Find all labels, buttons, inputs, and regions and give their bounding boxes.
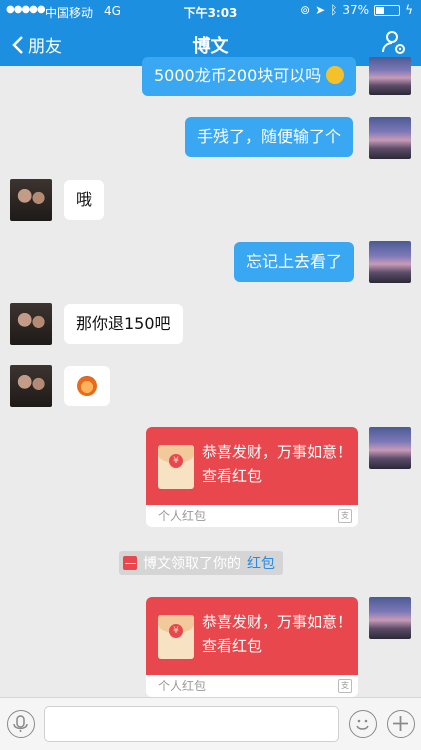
profile-settings-icon[interactable]: [381, 30, 407, 56]
message-bubble-outgoing[interactable]: 手残了，随便输了个: [185, 117, 354, 157]
red-packet-card[interactable]: ¥ 恭喜发财，万事如意！ 查看红包 个人红包 支: [146, 597, 358, 697]
chat-title: 博文: [192, 36, 229, 57]
input-bar: [0, 697, 421, 750]
red-packet-greeting: 恭喜发财，万事如意！: [202, 613, 353, 631]
red-envelope-icon: [123, 556, 137, 570]
my-avatar[interactable]: [369, 597, 411, 639]
app-badge-icon: 支: [338, 509, 352, 523]
emoji-icon: [326, 66, 345, 84]
message-text: 忘记上去看了: [246, 252, 343, 271]
my-avatar[interactable]: [369, 427, 411, 469]
message-bubble-outgoing[interactable]: 5000龙币200块可以吗: [142, 57, 357, 96]
sticker-icon: [77, 376, 97, 396]
system-notice-text: 博文领取了你的: [143, 556, 241, 572]
app-badge-icon: 支: [338, 679, 352, 693]
system-notice: 博文领取了你的 红包: [119, 551, 283, 575]
charging-icon: ϟ: [405, 3, 413, 17]
message-bubble-incoming[interactable]: 哦: [64, 180, 105, 220]
red-packet-link[interactable]: 红包: [247, 553, 275, 573]
microphone-icon: [13, 715, 28, 732]
red-packet-type: 个人红包: [158, 509, 207, 523]
red-packet-greeting: 恭喜发财，万事如意！: [202, 443, 353, 461]
red-packet-action: 查看红包: [202, 637, 263, 655]
red-packet-icon: ¥: [158, 445, 194, 489]
message-input[interactable]: [44, 706, 339, 742]
message-bubble-outgoing[interactable]: 忘记上去看了: [234, 242, 355, 282]
message-text: 5000龙币200块可以吗: [154, 66, 322, 85]
my-avatar[interactable]: [369, 241, 411, 283]
battery-percent: 37%: [342, 3, 370, 17]
red-packet-action: 查看红包: [202, 467, 263, 485]
emoji-button[interactable]: [349, 710, 377, 738]
message-text: 手残了，随便输了个: [197, 127, 342, 146]
message-text: 那你退150吧: [76, 314, 171, 333]
my-avatar[interactable]: [369, 57, 411, 95]
plus-icon: [393, 716, 408, 731]
battery-fill: [376, 6, 385, 14]
bluetooth-icon: ᛒ: [330, 3, 338, 17]
red-packet-icon: ¥: [158, 615, 194, 659]
lock-rotation-icon: ⊚: [300, 3, 311, 17]
friend-avatar[interactable]: [10, 303, 52, 345]
battery-icon: [374, 4, 401, 16]
voice-button[interactable]: [7, 710, 35, 738]
message-text: 哦: [76, 190, 93, 209]
location-icon: ➤: [315, 3, 326, 17]
friend-avatar[interactable]: [10, 179, 52, 221]
message-bubble-incoming[interactable]: 那你退150吧: [64, 304, 183, 344]
my-avatar[interactable]: [369, 117, 411, 159]
friend-avatar[interactable]: [10, 365, 52, 407]
red-packet-card[interactable]: ¥ 恭喜发财，万事如意！ 查看红包 个人红包 支: [146, 427, 358, 527]
red-packet-type: 个人红包: [158, 679, 207, 693]
status-bar: ●●●●● 中国移动 4G 下午3:03 ⊚ ➤ ᛒ 37% ϟ: [0, 0, 421, 22]
smiley-icon: [356, 719, 369, 730]
more-button[interactable]: [387, 710, 415, 738]
